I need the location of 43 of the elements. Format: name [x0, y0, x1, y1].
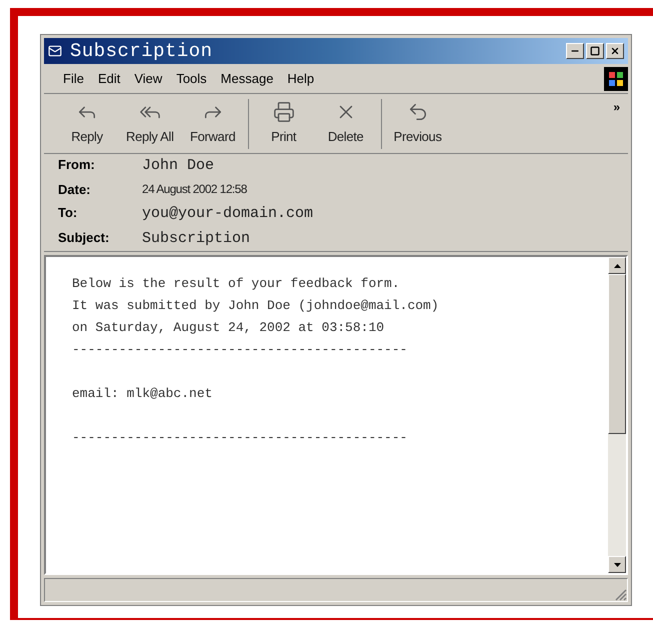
down-arrow-icon [614, 562, 620, 566]
printer-icon [272, 100, 295, 123]
menu-item[interactable]: Message [214, 68, 280, 88]
body-line: ------------------------------------------- [72, 341, 408, 359]
header-label: Date: [58, 181, 92, 199]
scroll-down-button[interactable] [608, 556, 626, 573]
body-line: Below is the result of your feedback form. [72, 275, 400, 293]
close-icon [610, 46, 620, 56]
scrollbar[interactable] [608, 257, 626, 573]
body-line: ------------------------------------------- [72, 429, 408, 447]
menu-item[interactable]: Edit [90, 68, 128, 88]
header-label: To: [58, 204, 78, 222]
window-title: Subscription [70, 38, 213, 64]
menu-item[interactable]: Help [280, 68, 322, 88]
toolbar-button[interactable]: Previous [386, 100, 450, 146]
header-value: 24 August 2002 12:58 [142, 181, 248, 198]
menu-item[interactable]: File [56, 68, 91, 88]
windows-logo-icon [604, 66, 628, 90]
body-line: It was submitted by John Doe (johndoe@mail.com) [72, 297, 439, 315]
scroll-thumb[interactable] [608, 274, 626, 434]
mail-icon [48, 44, 62, 58]
header-label: Subject: [58, 229, 110, 247]
scroll-up-button[interactable] [608, 257, 626, 274]
header-value: John Doe [142, 156, 216, 176]
toolbar-button[interactable]: Forward [182, 100, 244, 146]
resize-grip-icon[interactable] [615, 589, 627, 601]
header-value: you@your-domain.com [142, 204, 314, 224]
body-line: on Saturday, August 24, 2002 at 03:58:10 [72, 319, 384, 337]
header-value: Subscription [142, 229, 252, 249]
up-arrow-icon [614, 264, 620, 268]
menu-item[interactable]: Tools [169, 68, 214, 88]
header-label: From: [58, 156, 96, 174]
more-chevron[interactable]: » [613, 98, 620, 116]
toolbar-button[interactable]: Print [252, 100, 315, 146]
maximize-icon [590, 46, 600, 56]
toolbar-button[interactable]: Delete [314, 100, 377, 146]
menu-item[interactable]: View [127, 68, 170, 88]
minimize-button[interactable] [566, 43, 584, 59]
maximize-button[interactable] [586, 43, 604, 59]
body-line: email: mlk@abc.net [72, 385, 212, 403]
toolbar-button[interactable]: Reply [56, 100, 118, 146]
toolbar-button[interactable]: Reply All [118, 100, 182, 146]
close-button[interactable] [606, 43, 624, 59]
